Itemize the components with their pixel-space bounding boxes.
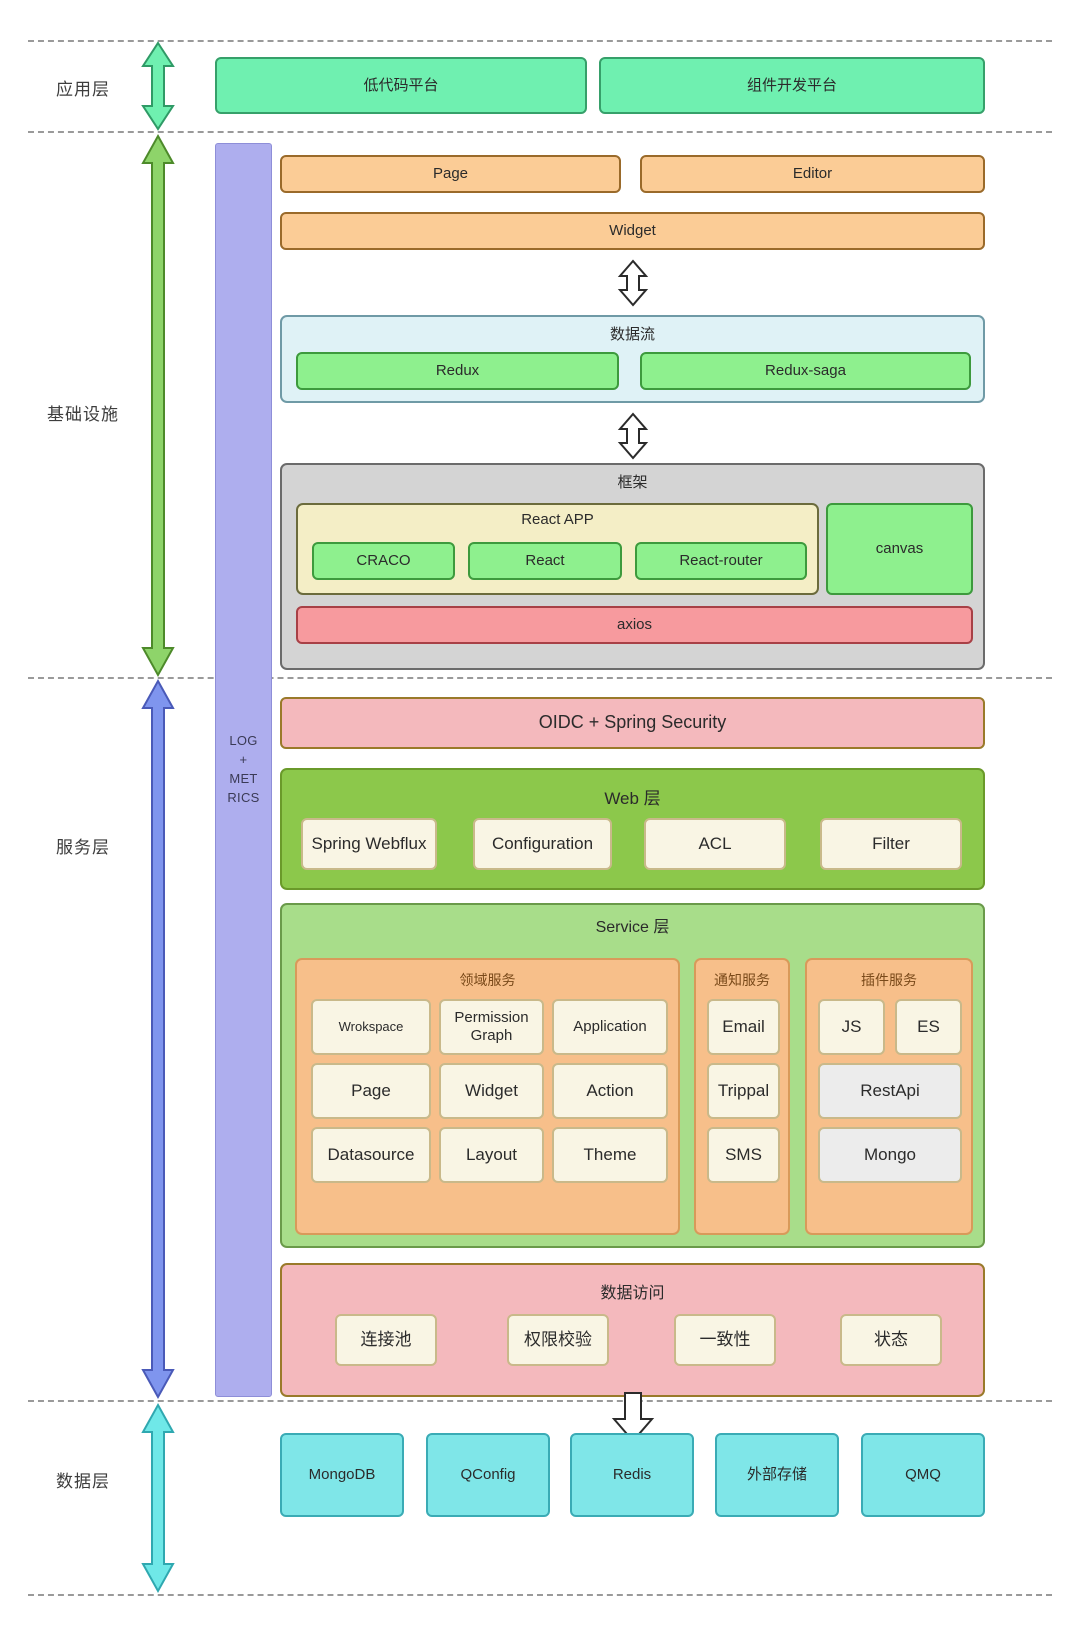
web-block-configuration[interactable]: Configuration — [473, 818, 612, 870]
service-layer-caption: Service 层 — [595, 919, 670, 936]
domain-service-panel: 领域服务 Wrokspace Permission Graph Applicat… — [295, 958, 680, 1235]
log-metrics-line-4: RICS — [227, 789, 260, 805]
notification-service-caption: 通知服务 — [714, 972, 770, 988]
plugin-block-js[interactable]: JS — [818, 999, 885, 1055]
layer-label-infrastructure: 基础设施 — [47, 405, 119, 424]
service-layer-panel: Service 层 领域服务 Wrokspace Permission Grap… — [280, 903, 985, 1248]
dataflow-block-redux[interactable]: Redux — [296, 352, 619, 390]
framework-block-canvas[interactable]: canvas — [826, 503, 973, 595]
web-layer-panel: Web 层 Spring Webflux Configuration ACL F… — [280, 768, 985, 890]
dataflow-framework-bidirectional-arrow — [617, 412, 649, 460]
data-access-block-state[interactable]: 状态 — [840, 1314, 942, 1366]
infrastructure-layer-arrow — [141, 133, 175, 678]
widget-dataflow-bidirectional-arrow — [617, 259, 649, 307]
app-block-component-dev-platform[interactable]: 组件开发平台 — [599, 57, 985, 114]
framework-panel: 框架 React APP CRACO React React-router ca… — [280, 463, 985, 670]
domain-block-wrokspace[interactable]: Wrokspace — [311, 999, 431, 1055]
layer-label-data: 数据层 — [56, 1472, 110, 1491]
data-layer-arrow — [141, 1402, 175, 1594]
notification-service-panel: 通知服务 Email Trippal SMS — [694, 958, 790, 1235]
framework-block-axios[interactable]: axios — [296, 606, 973, 644]
plugin-block-mongo[interactable]: Mongo — [818, 1127, 962, 1183]
data-block-qconfig[interactable]: QConfig — [426, 1433, 550, 1517]
log-metrics-line-3: MET — [229, 771, 258, 786]
plugin-block-restapi[interactable]: RestApi — [818, 1063, 962, 1119]
service-block-oidc-spring-security[interactable]: OIDC + Spring Security — [280, 697, 985, 749]
react-app-block-craco[interactable]: CRACO — [312, 542, 455, 580]
react-app-block-react-router[interactable]: React-router — [635, 542, 807, 580]
domain-block-datasource[interactable]: Datasource — [311, 1127, 431, 1183]
data-access-caption: 数据访问 — [600, 1285, 665, 1302]
divider-service-data — [28, 1400, 1052, 1402]
data-access-panel: 数据访问 连接池 权限校验 一致性 状态 — [280, 1263, 985, 1397]
domain-block-layout[interactable]: Layout — [439, 1127, 544, 1183]
layer-label-service: 服务层 — [56, 838, 110, 857]
domain-block-page[interactable]: Page — [311, 1063, 431, 1119]
react-app-caption: React APP — [521, 511, 594, 528]
dataflow-caption: 数据流 — [609, 326, 655, 343]
domain-block-theme[interactable]: Theme — [552, 1127, 668, 1183]
divider-app-infra — [28, 131, 1052, 133]
notification-block-trippal[interactable]: Trippal — [707, 1063, 780, 1119]
domain-block-widget[interactable]: Widget — [439, 1063, 544, 1119]
application-layer-arrow — [141, 41, 175, 131]
notification-block-sms[interactable]: SMS — [707, 1127, 780, 1183]
ui-block-page[interactable]: Page — [280, 155, 621, 193]
app-block-lowcode-platform[interactable]: 低代码平台 — [215, 57, 587, 114]
layer-label-application: 应用层 — [56, 80, 110, 99]
data-block-qmq[interactable]: QMQ — [861, 1433, 985, 1517]
data-access-block-permission-check[interactable]: 权限校验 — [507, 1314, 609, 1366]
log-metrics-sidebar[interactable]: LOG + MET RICS — [215, 143, 272, 1397]
react-app-panel: React APP CRACO React React-router — [296, 503, 819, 595]
ui-block-widget[interactable]: Widget — [280, 212, 985, 250]
react-app-block-react[interactable]: React — [468, 542, 622, 580]
web-block-spring-webflux[interactable]: Spring Webflux — [301, 818, 437, 870]
domain-block-application[interactable]: Application — [552, 999, 668, 1055]
log-metrics-line-1: LOG — [229, 733, 258, 749]
data-block-external-storage[interactable]: 外部存储 — [715, 1433, 839, 1517]
domain-block-permission-graph[interactable]: Permission Graph — [439, 999, 544, 1055]
data-block-mongodb[interactable]: MongoDB — [280, 1433, 404, 1517]
dataflow-block-redux-saga[interactable]: Redux-saga — [640, 352, 971, 390]
log-metrics-line-2: + — [239, 752, 248, 768]
data-access-block-connection-pool[interactable]: 连接池 — [335, 1314, 437, 1366]
dataflow-panel: 数据流 Redux Redux-saga — [280, 315, 985, 403]
domain-block-action[interactable]: Action — [552, 1063, 668, 1119]
notification-block-email[interactable]: Email — [707, 999, 780, 1055]
plugin-block-es[interactable]: ES — [895, 999, 962, 1055]
log-metrics-label: LOG + MET RICS — [227, 732, 259, 807]
plugin-service-caption: 插件服务 — [861, 972, 917, 988]
data-block-redis[interactable]: Redis — [570, 1433, 694, 1517]
plugin-service-panel: 插件服务 JS ES RestApi Mongo — [805, 958, 973, 1235]
framework-caption: 框架 — [617, 474, 648, 491]
service-layer-arrow — [141, 678, 175, 1400]
web-layer-caption: Web 层 — [604, 789, 661, 808]
data-access-block-consistency[interactable]: 一致性 — [674, 1314, 776, 1366]
architecture-diagram: 应用层 基础设施 服务层 数据层 LOG + MET RICS 低代码平台 组件… — [0, 0, 1080, 1634]
divider-top — [28, 40, 1052, 42]
divider-infra-service — [28, 677, 1052, 679]
domain-service-caption: 领域服务 — [459, 972, 516, 988]
web-block-filter[interactable]: Filter — [820, 818, 962, 870]
divider-bottom — [28, 1594, 1052, 1596]
web-block-acl[interactable]: ACL — [644, 818, 786, 870]
ui-block-editor[interactable]: Editor — [640, 155, 985, 193]
